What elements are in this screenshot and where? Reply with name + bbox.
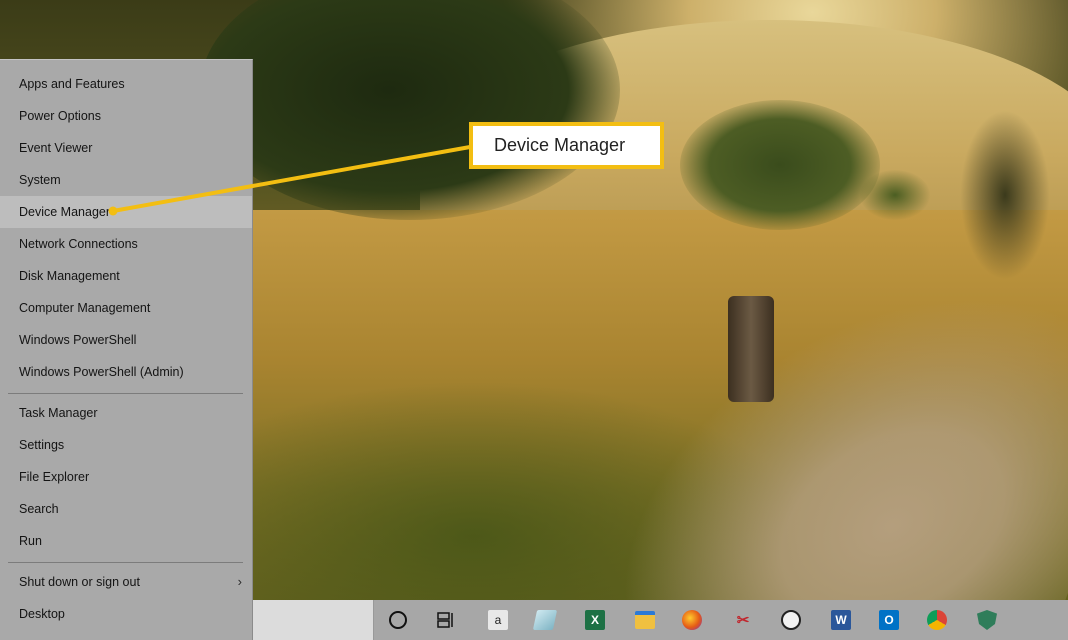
tree-far — [960, 110, 1050, 280]
menu-item-file-explorer[interactable]: File Explorer — [0, 461, 252, 493]
photos-icon — [781, 610, 801, 630]
menu-item-label: Shut down or sign out — [19, 575, 140, 589]
menu-item-label: File Explorer — [19, 470, 90, 484]
menu-item-label: Windows PowerShell — [19, 333, 137, 347]
word-button[interactable]: W — [825, 604, 857, 636]
menu-item-network-connections[interactable]: Network Connections — [0, 228, 252, 260]
taskbar: a X ✂ W O — [253, 600, 1068, 640]
menu-item-apps-and-features[interactable]: Apps and Features — [0, 68, 252, 100]
chrome-button[interactable] — [921, 604, 953, 636]
photos-button[interactable] — [775, 604, 807, 636]
menu-item-label: Search — [19, 502, 59, 516]
callout-text: Device Manager — [494, 135, 626, 155]
menu-item-label: Computer Management — [19, 301, 151, 315]
app-icon — [532, 610, 558, 630]
menu-item-windows-powershell[interactable]: Windows PowerShell — [0, 324, 252, 356]
file-explorer-icon — [635, 611, 655, 629]
menu-item-label: Disk Management — [19, 269, 120, 283]
menu-item-shut-down-or-sign-out[interactable]: Shut down or sign out › — [0, 566, 252, 598]
menu-item-windows-powershell-admin[interactable]: Windows PowerShell (Admin) — [0, 356, 252, 388]
menu-item-disk-management[interactable]: Disk Management — [0, 260, 252, 292]
amazon-button[interactable]: a — [482, 604, 514, 636]
menu-item-label: Windows PowerShell (Admin) — [19, 365, 184, 379]
menu-item-label: Device Manager — [19, 205, 111, 219]
menu-item-label: Network Connections — [19, 237, 138, 251]
menu-item-computer-management[interactable]: Computer Management — [0, 292, 252, 324]
menu-item-system[interactable]: System — [0, 164, 252, 196]
menu-item-label: Desktop — [19, 607, 65, 621]
security-icon — [977, 610, 997, 630]
menu-separator — [8, 562, 243, 563]
snipping-tool-icon: ✂ — [736, 612, 750, 629]
menu-separator — [8, 393, 243, 394]
security-button[interactable] — [971, 604, 1003, 636]
tree-stump — [728, 296, 774, 402]
file-explorer-button[interactable] — [629, 604, 661, 636]
menu-item-label: Power Options — [19, 109, 101, 123]
excel-icon: X — [585, 610, 605, 630]
chevron-right-icon: › — [237, 574, 242, 589]
menu-item-label: Task Manager — [19, 406, 98, 420]
word-icon: W — [831, 610, 851, 630]
menu-item-label: Apps and Features — [19, 77, 125, 91]
app-button[interactable] — [529, 604, 561, 636]
quick-link-menu: Apps and Features Power Options Event Vi… — [0, 59, 253, 640]
menu-item-search[interactable]: Search — [0, 493, 252, 525]
menu-item-power-options[interactable]: Power Options — [0, 100, 252, 132]
menu-item-task-manager[interactable]: Task Manager — [0, 397, 252, 429]
menu-item-device-manager[interactable]: Device Manager — [0, 196, 252, 228]
tree-right — [680, 100, 880, 230]
chrome-icon — [927, 610, 947, 630]
menu-item-desktop[interactable]: Desktop — [0, 598, 252, 630]
menu-item-event-viewer[interactable]: Event Viewer — [0, 132, 252, 164]
firefox-icon — [682, 610, 702, 630]
menu-item-label: System — [19, 173, 61, 187]
menu-item-label: Settings — [19, 438, 65, 452]
snipping-tool-button[interactable]: ✂ — [727, 604, 759, 636]
menu-item-run[interactable]: Run — [0, 525, 252, 557]
cortana-button[interactable] — [382, 604, 414, 636]
outlook-button[interactable]: O — [873, 604, 905, 636]
excel-button[interactable]: X — [579, 604, 611, 636]
task-view-icon — [437, 612, 453, 628]
callout-label: Device Manager — [469, 122, 664, 169]
amazon-icon: a — [488, 610, 508, 630]
outlook-icon: O — [879, 610, 899, 630]
taskbar-search-box[interactable] — [253, 600, 374, 640]
menu-item-label: Run — [19, 534, 42, 548]
cortana-icon — [389, 611, 407, 629]
task-view-button[interactable] — [430, 604, 462, 636]
bush — [860, 170, 930, 220]
menu-item-settings[interactable]: Settings — [0, 429, 252, 461]
firefox-button[interactable] — [676, 604, 708, 636]
menu-item-label: Event Viewer — [19, 141, 93, 155]
